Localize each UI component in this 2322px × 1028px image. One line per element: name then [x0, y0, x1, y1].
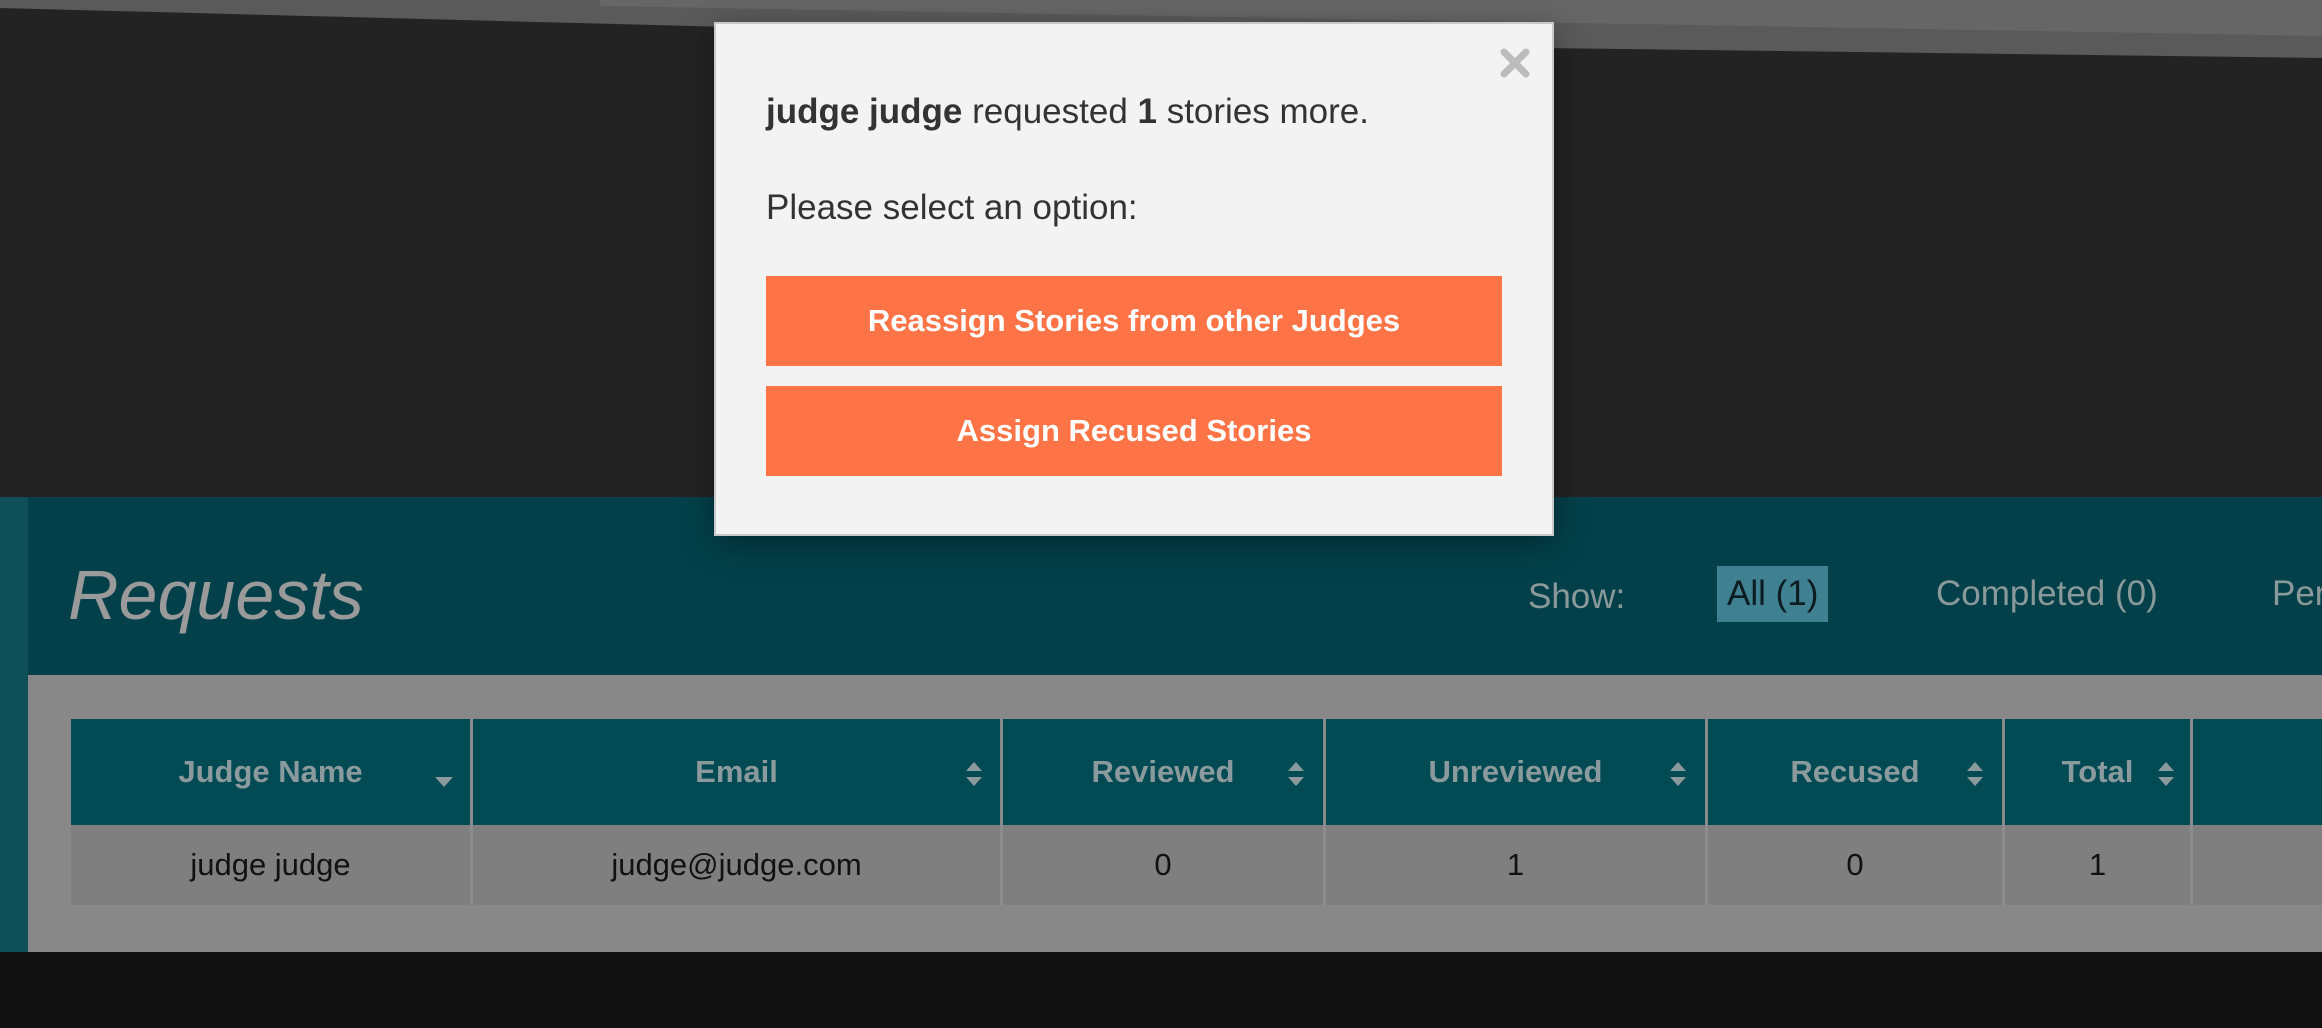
column-recused[interactable]: Recused — [1708, 719, 2005, 825]
column-reviewed[interactable]: Reviewed — [1003, 719, 1326, 825]
page-title: Requests — [68, 556, 364, 634]
cell-email: judge@judge.com — [473, 825, 1003, 905]
column-extra — [2193, 719, 2322, 825]
cell-recused: 0 — [1708, 825, 2005, 905]
column-email[interactable]: Email — [473, 719, 1003, 825]
left-accent-bar — [0, 497, 28, 952]
sort-icon — [2158, 762, 2174, 786]
table-row[interactable]: judge judge judge@judge.com 0 1 0 1 — [71, 825, 2322, 905]
close-icon[interactable] — [1498, 46, 1532, 80]
request-count: 1 — [1137, 92, 1157, 131]
assign-recused-button[interactable]: Assign Recused Stories — [766, 386, 1502, 476]
column-unreviewed[interactable]: Unreviewed — [1326, 719, 1708, 825]
sort-desc-icon — [435, 777, 453, 787]
requests-panel: Requests Show: All (1) Completed (0) Per… — [28, 497, 2322, 952]
column-judge-name[interactable]: Judge Name — [71, 719, 473, 825]
filter-all[interactable]: All (1) — [1717, 566, 1829, 622]
show-label: Show: — [1528, 577, 1626, 616]
footer-bar — [0, 952, 2322, 1028]
sort-icon — [1967, 762, 1983, 786]
cell-reviewed: 0 — [1003, 825, 1326, 905]
column-label: Reviewed — [1091, 754, 1235, 789]
modal-prompt: Please select an option: — [766, 188, 1138, 227]
column-total[interactable]: Total — [2005, 719, 2193, 825]
column-label: Email — [695, 754, 778, 789]
cell-unreviewed: 1 — [1326, 825, 1708, 905]
reassign-stories-button[interactable]: Reassign Stories from other Judges — [766, 276, 1502, 366]
cell-total: 1 — [2005, 825, 2193, 905]
column-label: Total — [2061, 754, 2134, 789]
cell-extra — [2193, 825, 2322, 905]
request-modal: judge judge requested 1 stories more. Pl… — [714, 22, 1554, 536]
cell-judge-name: judge judge — [71, 825, 473, 905]
table-header: Judge Name Email Reviewed Unreviewed Rec… — [71, 719, 2322, 825]
modal-message: judge judge requested 1 stories more. — [766, 92, 1369, 132]
message-text: requested — [962, 92, 1138, 131]
filter-completed[interactable]: Completed (0) — [1926, 566, 2168, 622]
column-label: Judge Name — [178, 754, 363, 789]
message-suffix: stories more. — [1156, 92, 1369, 131]
sort-icon — [1670, 762, 1686, 786]
filter-pending[interactable]: Per — [2262, 566, 2322, 622]
sort-icon — [966, 762, 982, 786]
column-label: Recused — [1790, 754, 1920, 789]
judge-name: judge judge — [766, 92, 963, 131]
column-label: Unreviewed — [1428, 754, 1603, 789]
sort-icon — [1288, 762, 1304, 786]
